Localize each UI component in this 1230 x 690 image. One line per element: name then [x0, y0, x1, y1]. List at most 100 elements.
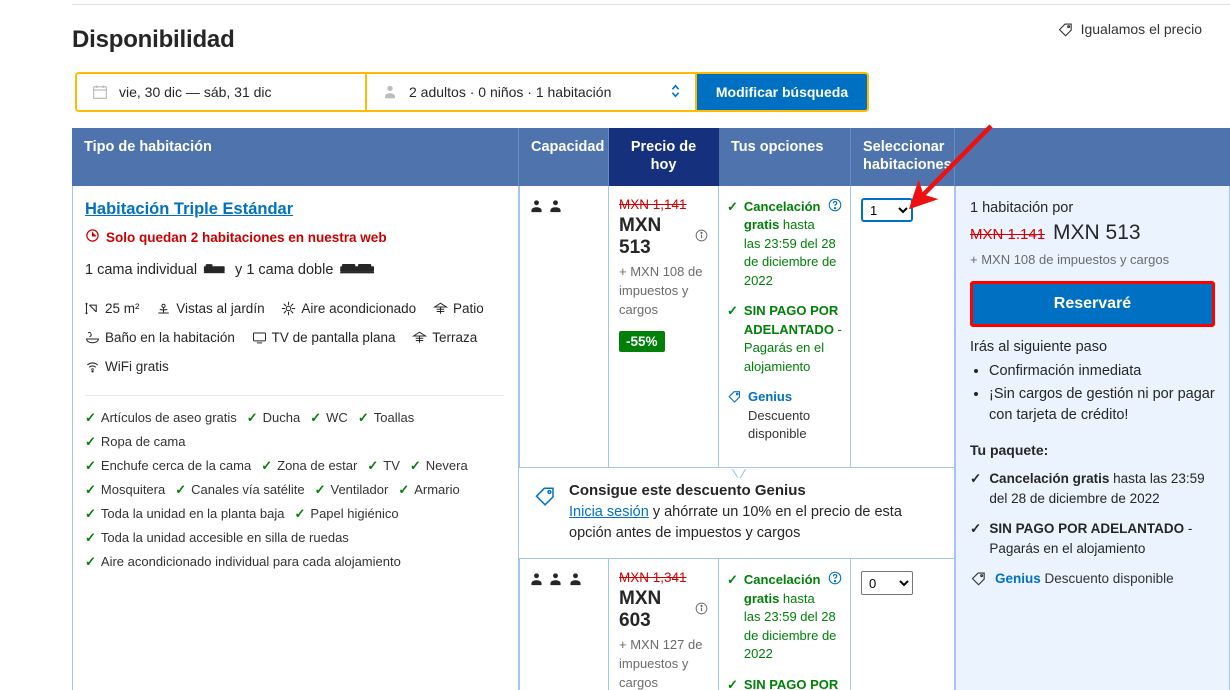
facility-label: TV de pantalla plana — [271, 329, 396, 345]
check-icon: ✓ — [175, 482, 187, 497]
price-match-badge[interactable]: Igualamos el precio — [1057, 21, 1202, 37]
guest-icon — [529, 573, 548, 591]
occupancy-field[interactable]: 2 adultos · 0 niños · 1 habitación — [367, 74, 697, 110]
scarcity-label: Solo quedan 2 habitaciones en nuestra we… — [106, 229, 387, 245]
single-bed-icon — [203, 260, 229, 280]
column-header-sidebar-spacer — [955, 128, 1230, 186]
patio-icon — [432, 301, 448, 316]
person-icon — [381, 83, 399, 101]
guest-icon — [529, 200, 548, 218]
amenity-label: Nevera — [425, 457, 468, 473]
guest-icon — [548, 200, 563, 218]
amenity-label: Toda la unidad accesible en silla de rue… — [100, 530, 349, 546]
amenity-item: ✓ Ventilador — [315, 478, 389, 502]
package-item-genius: Genius Descuento disponible — [970, 569, 1215, 593]
amenity-row: ✓ Toda la unidad en la planta baja ✓ Papel … — [85, 502, 504, 526]
amenity-label: Aire acondicionado individual para cada … — [100, 554, 401, 570]
amenity-item: ✓ Armario — [398, 478, 459, 502]
calendar-icon — [91, 83, 109, 101]
availability-page: Disponibilidad Igualamos el precio vie, … — [0, 0, 1230, 690]
amenity-item: ✓ Mosquitera — [85, 478, 165, 502]
guest-icon — [568, 573, 583, 591]
amenity-label: Canales vía satélite — [191, 482, 305, 497]
amenity-item: ✓ Ducha — [247, 406, 300, 430]
top-divider — [72, 4, 1230, 5]
promo-notch — [717, 467, 761, 479]
facility-label: Aire acondicionado — [301, 301, 417, 316]
info-icon[interactable] — [695, 602, 708, 618]
amenity-item: ✓ Papel higiénico — [295, 502, 399, 526]
current-price: MXN 513 — [619, 215, 662, 258]
package-item-no-prepayment: ✓ SIN PAGO POR ADELANTADO - Pagarás en e… — [970, 519, 1215, 558]
occupancy-value: 2 adultos · 0 niños · 1 habitación — [409, 84, 612, 100]
amenity-row: ✓ Enchufe cerca de la cama ✓ Zona de estar ✓… — [85, 454, 504, 478]
check-icon: ✓ — [727, 303, 738, 319]
options-cell: ✓ Cancelación gratis hasta las 23:59 del… — [719, 559, 851, 690]
date-range-field[interactable]: vie, 30 dic — sáb, 31 dic — [77, 74, 367, 110]
summary-price: MXN 1.141 MXN 513 — [970, 221, 1215, 245]
check-icon: ✓ — [246, 409, 258, 425]
tag-icon — [533, 484, 557, 544]
booking-summary-sidebar: 1 habitación por MXN 1.141 MXN 513 + MXN… — [955, 186, 1230, 690]
option-genius: Genius Descuento disponible — [727, 388, 842, 443]
reserve-button-highlight: Reservaré — [970, 281, 1215, 327]
check-icon: ✓ — [357, 409, 369, 425]
capacity-cell — [519, 186, 609, 469]
garden-view-icon — [156, 301, 171, 316]
check-icon: ✓ — [310, 409, 322, 425]
date-range-value: vie, 30 dic — sáb, 31 dic — [119, 84, 272, 100]
amenities-list: ✓ Artículos de aseo gratis ✓ Ducha ✓ WC ✓ Toall… — [85, 406, 504, 574]
amenity-label: Mosquitera — [100, 482, 166, 497]
check-icon: ✓ — [85, 457, 96, 473]
option-bold: SIN PAGO POR ADELANTADO — [743, 303, 839, 337]
option-bold: SIN PAGO POR ADELANTADO — [743, 676, 839, 690]
amenity-label: Ventilador — [330, 482, 389, 497]
facility-label: Terraza — [432, 329, 478, 345]
amenity-label: Artículos de aseo gratis — [100, 409, 237, 425]
room-type-link[interactable]: Habitación Triple Estándar — [85, 200, 293, 219]
room-quantity-select[interactable]: 0123 — [861, 571, 913, 596]
options-cell: ✓ Cancelación gratis hasta las 23:59 del… — [719, 186, 851, 469]
check-icon: ✓ — [314, 482, 326, 497]
check-icon: ✓ — [85, 506, 96, 522]
check-icon: ✓ — [727, 676, 738, 690]
chevron-updown-icon — [670, 83, 681, 102]
promo-body: Inicia sesión y ahórrate un 10% en el pr… — [569, 502, 938, 544]
price-cell: MXN 1,141 MXN 513 + MXN 108 de impuestos… — [609, 186, 719, 469]
amenity-item: ✓ Toallas — [358, 406, 414, 430]
page-title: Disponibilidad — [72, 26, 235, 53]
tag-icon — [1057, 21, 1073, 37]
modify-search-button[interactable]: Modificar búsqueda — [697, 74, 867, 110]
package-item-cancellation: ✓ Cancelación gratis hasta las 23:59 del… — [970, 469, 1215, 508]
tax-note: + MXN 127 de impuestos y cargos — [619, 637, 703, 690]
reserve-button[interactable]: Reservaré — [973, 284, 1212, 324]
select-rooms-cell: 0123 — [851, 559, 955, 690]
room-quantity-select[interactable]: 012 — [861, 198, 913, 222]
price-cell: MXN 1,341 MXN 603 + MXN 127 de impuestos… — [609, 559, 719, 690]
option-cancellation: ✓ Cancelación gratis hasta las 23:59 del… — [727, 198, 842, 290]
facilities-list: 25 m² Vistas al jardín Aire acondicionad… — [85, 296, 504, 383]
amenity-label: Toallas — [373, 409, 415, 425]
info-icon[interactable] — [695, 229, 708, 245]
option-text: Cancelación gratis hasta las 23:59 del 2… — [744, 571, 842, 663]
column-header-room-type: Tipo de habitación — [72, 128, 519, 186]
facility-label: WiFi gratis — [105, 358, 169, 374]
promo-login-link[interactable]: Inicia sesión — [569, 504, 649, 520]
question-circle-icon[interactable] — [828, 571, 842, 590]
amenity-label: Enchufe cerca de la cama — [100, 457, 252, 473]
tv-icon — [252, 330, 267, 345]
column-header-select-rooms: Seleccionar habitaciones — [851, 128, 955, 186]
amenity-item: ✓ TV — [367, 454, 400, 478]
wifi-icon — [85, 359, 100, 374]
discount-badge: -55% — [619, 330, 665, 352]
summary-tax-note: + MXN 108 de impuestos y cargos — [970, 252, 1170, 267]
tag-icon — [970, 570, 987, 593]
facility-item: 25 m² — [85, 296, 140, 322]
option-no-prepayment: ✓ SIN PAGO POR ADELANTADO — [727, 676, 842, 690]
amenity-item: ✓ Enchufe cerca de la cama — [85, 454, 251, 478]
question-circle-icon[interactable] — [828, 198, 842, 217]
amenity-item: ✓ Artículos de aseo gratis — [85, 406, 237, 430]
amenity-item: ✓ Aire acondicionado individual para cada… — [85, 550, 401, 574]
check-icon: ✓ — [970, 471, 982, 487]
check-icon: ✓ — [85, 482, 96, 497]
